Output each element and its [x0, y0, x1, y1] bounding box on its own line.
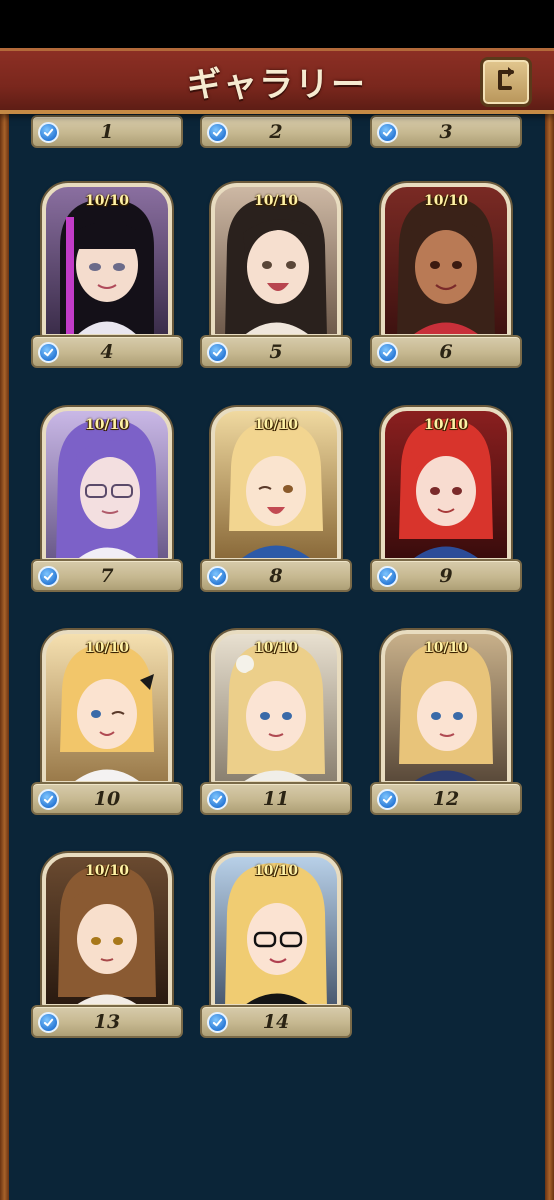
progress-label: 10/10 [84, 417, 130, 433]
progress-label: 10/10 [253, 863, 299, 879]
gallery-card-number: 13 [93, 1011, 121, 1033]
header-bar: ギャラリー [0, 48, 554, 114]
gallery-card-number: 6 [439, 341, 453, 363]
page-title: ギャラリー [187, 65, 367, 105]
character-portrait: 10/10 [381, 183, 511, 338]
gallery-card-number: 8 [269, 565, 283, 587]
back-button[interactable] [480, 57, 532, 107]
gallery-card-number: 5 [269, 341, 283, 363]
gallery-card-number: 12 [432, 788, 460, 810]
character-portrait: 10/10 [42, 407, 172, 562]
gallery-card-plate: 7 [31, 559, 183, 592]
status-bar [0, 0, 554, 48]
progress-label: 10/10 [253, 417, 299, 433]
character-portrait: 10/10 [211, 630, 341, 785]
gallery-card-5[interactable]: 10/10 5 [200, 183, 352, 369]
gallery-card-number: 2 [269, 121, 283, 143]
gallery-card-plate: 13 [31, 1005, 183, 1038]
gallery-card-8[interactable]: 10/10 8 [200, 407, 352, 593]
gallery-card-number: 14 [262, 1011, 290, 1033]
return-arrow-icon [492, 66, 520, 98]
character-portrait: 10/10 [211, 183, 341, 338]
right-frame-border [545, 112, 554, 1200]
progress-label: 10/10 [253, 640, 299, 656]
gallery-card-plate: 6 [370, 335, 522, 368]
gallery-card-plate: 14 [200, 1005, 352, 1038]
gallery-card-number: 9 [439, 565, 453, 587]
gallery-card-plate: 3 [370, 115, 522, 148]
gallery-card-plate: 1 [31, 115, 183, 148]
gallery-card-plate: 12 [370, 782, 522, 815]
gallery-card-14[interactable]: 10/10 14 [200, 853, 352, 1039]
gallery-grid: 1 2 3 10/10 4 10/10 5 10/10 6 10/10 7 10… [0, 0, 554, 1200]
gallery-card-7[interactable]: 10/10 7 [31, 407, 183, 593]
gallery-card-plate: 5 [200, 335, 352, 368]
gallery-card-number: 4 [100, 341, 114, 363]
gallery-card-13[interactable]: 10/10 13 [31, 853, 183, 1039]
left-frame-border [0, 112, 9, 1200]
gallery-card-11[interactable]: 10/10 11 [200, 630, 352, 816]
character-portrait: 10/10 [211, 853, 341, 1008]
progress-label: 10/10 [423, 640, 469, 656]
character-portrait: 10/10 [42, 853, 172, 1008]
gallery-card-plate: 9 [370, 559, 522, 592]
progress-label: 10/10 [423, 417, 469, 433]
progress-label: 10/10 [84, 193, 130, 209]
gallery-card-number: 1 [100, 121, 114, 143]
gallery-card-plate: 2 [200, 115, 352, 148]
gallery-card-plate: 8 [200, 559, 352, 592]
gallery-card-9[interactable]: 10/10 9 [370, 407, 522, 593]
progress-label: 10/10 [84, 863, 130, 879]
gallery-card-number: 11 [262, 788, 290, 810]
character-portrait: 10/10 [42, 183, 172, 338]
gallery-card-plate: 11 [200, 782, 352, 815]
gallery-card-4[interactable]: 10/10 4 [31, 183, 183, 369]
gallery-card-10[interactable]: 10/10 10 [31, 630, 183, 816]
progress-label: 10/10 [84, 640, 130, 656]
character-portrait: 10/10 [42, 630, 172, 785]
gallery-card-plate: 4 [31, 335, 183, 368]
gallery-card-number: 3 [439, 121, 453, 143]
progress-label: 10/10 [423, 193, 469, 209]
character-portrait: 10/10 [381, 630, 511, 785]
progress-label: 10/10 [253, 193, 299, 209]
gallery-card-plate: 10 [31, 782, 183, 815]
gallery-screen: 1 2 3 10/10 4 10/10 5 10/10 6 10/10 7 10… [0, 0, 554, 1200]
gallery-card-number: 7 [100, 565, 114, 587]
gallery-card-12[interactable]: 10/10 12 [370, 630, 522, 816]
character-portrait: 10/10 [381, 407, 511, 562]
gallery-card-6[interactable]: 10/10 6 [370, 183, 522, 369]
gallery-card-number: 10 [93, 788, 121, 810]
character-portrait: 10/10 [211, 407, 341, 562]
